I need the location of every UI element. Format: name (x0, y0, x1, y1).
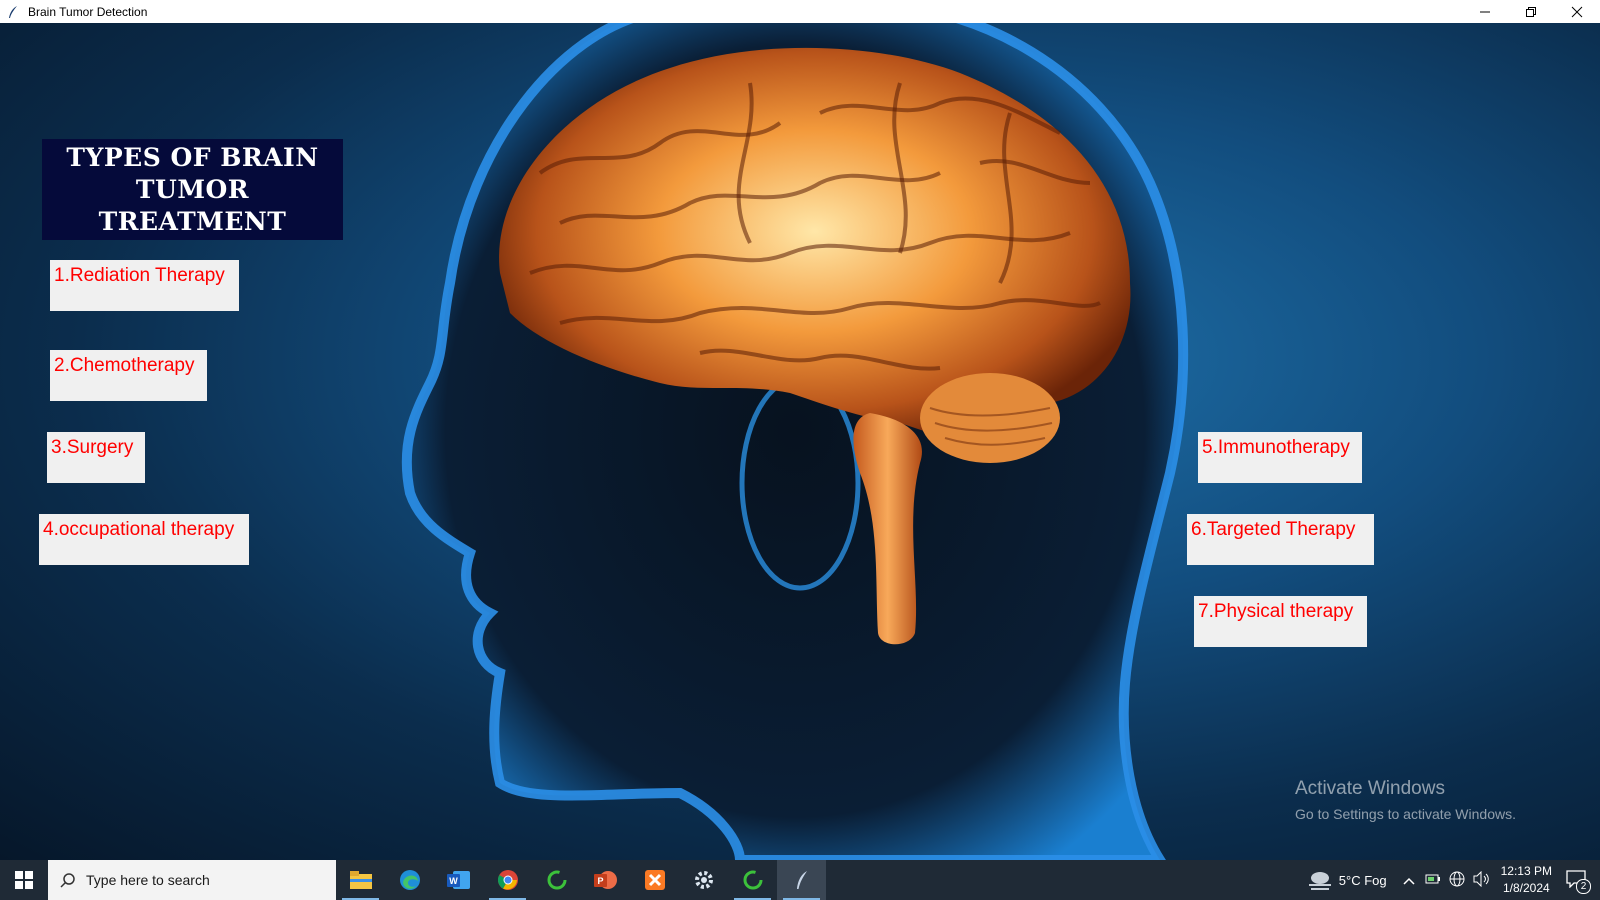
close-button[interactable] (1554, 0, 1600, 23)
edge-button[interactable] (385, 860, 434, 900)
minimize-button[interactable] (1462, 0, 1508, 23)
file-explorer-icon (349, 871, 372, 889)
search-icon (60, 873, 75, 888)
svg-text:W: W (449, 876, 458, 886)
feather-icon (796, 871, 807, 889)
svg-text:P: P (597, 876, 603, 886)
edge-icon (399, 870, 420, 890)
system-tray: 5°C Fog 12:13 PM 1/8/2024 2 (1307, 860, 1600, 900)
surgery-button[interactable]: 3.Surgery (47, 432, 145, 483)
heading-line-2: TUMOR TREATMENT (98, 174, 287, 236)
immunotherapy-button[interactable]: 5.Immunotherapy (1198, 432, 1362, 483)
volume-icon[interactable] (1473, 870, 1491, 890)
word-icon: W (446, 871, 470, 889)
file-explorer-button[interactable] (336, 860, 385, 900)
clock-date: 1/8/2024 (1502, 881, 1550, 895)
watermark-subtitle: Go to Settings to activate Windows. (1295, 806, 1516, 822)
radiation-therapy-button[interactable]: 1.Rediation Therapy (50, 260, 239, 311)
weather-fog-icon (1308, 872, 1331, 890)
windows-logo-icon (15, 871, 33, 889)
clock-time: 12:13 PM (1500, 864, 1552, 878)
notification-count: 2 (1576, 878, 1591, 894)
treatment-types-heading: TYPES OF BRAIN TUMOR TREATMENT (42, 139, 343, 240)
physical-therapy-button[interactable]: 7.Physical therapy (1194, 596, 1367, 647)
restore-button[interactable] (1508, 0, 1554, 23)
refresh-app-button[interactable] (532, 860, 581, 900)
chemotherapy-button[interactable]: 2.Chemotherapy (50, 350, 207, 401)
xampp-icon (644, 870, 665, 890)
xampp-button[interactable] (630, 860, 679, 900)
search-placeholder: Type here to search (86, 872, 210, 888)
window-title: Brain Tumor Detection (28, 4, 148, 19)
word-button[interactable]: W (434, 860, 483, 900)
powerpoint-icon: P (593, 871, 617, 889)
watermark-title: Activate Windows (1295, 778, 1445, 799)
heading-line-1: TYPES OF BRAIN (66, 142, 319, 172)
refresh-app-icon (547, 870, 566, 890)
settings-icon (694, 871, 713, 889)
weather-text[interactable]: 5°C Fog (1339, 873, 1387, 888)
powerpoint-button[interactable]: P (581, 860, 630, 900)
chrome-icon (497, 870, 518, 890)
settings-button[interactable] (679, 860, 728, 900)
restore-icon (1526, 6, 1536, 17)
targeted-therapy-button[interactable]: 6.Targeted Therapy (1187, 514, 1374, 565)
chevron-up-icon[interactable] (1403, 873, 1415, 888)
taskbar-search-box[interactable]: Type here to search (48, 860, 336, 900)
clock[interactable]: 12:13 PM 1/8/2024 (1501, 863, 1552, 897)
occupational-therapy-button[interactable]: 4.occupational therapy (39, 514, 249, 565)
window-titlebar: Brain Tumor Detection (0, 0, 1600, 24)
refresh-app-icon (743, 870, 762, 890)
notification-button[interactable]: 2 (1566, 869, 1591, 894)
close-icon (1571, 6, 1583, 17)
activate-windows-watermark: Activate Windows Go to Settings to activ… (1295, 778, 1516, 822)
refresh-app-button-2[interactable] (728, 860, 777, 900)
feather-icon (6, 5, 20, 19)
battery-icon[interactable] (1425, 873, 1441, 888)
brain-tumor-app-button[interactable] (777, 860, 826, 900)
taskbar: Type here to search W P 5°C Fog 12:13 PM… (0, 860, 1600, 900)
start-button[interactable] (0, 860, 48, 900)
chrome-button[interactable] (483, 860, 532, 900)
main-canvas: TYPES OF BRAIN TUMOR TREATMENT 1.Rediati… (0, 23, 1600, 860)
network-globe-icon[interactable] (1449, 871, 1465, 890)
minimize-icon (1480, 11, 1490, 12)
